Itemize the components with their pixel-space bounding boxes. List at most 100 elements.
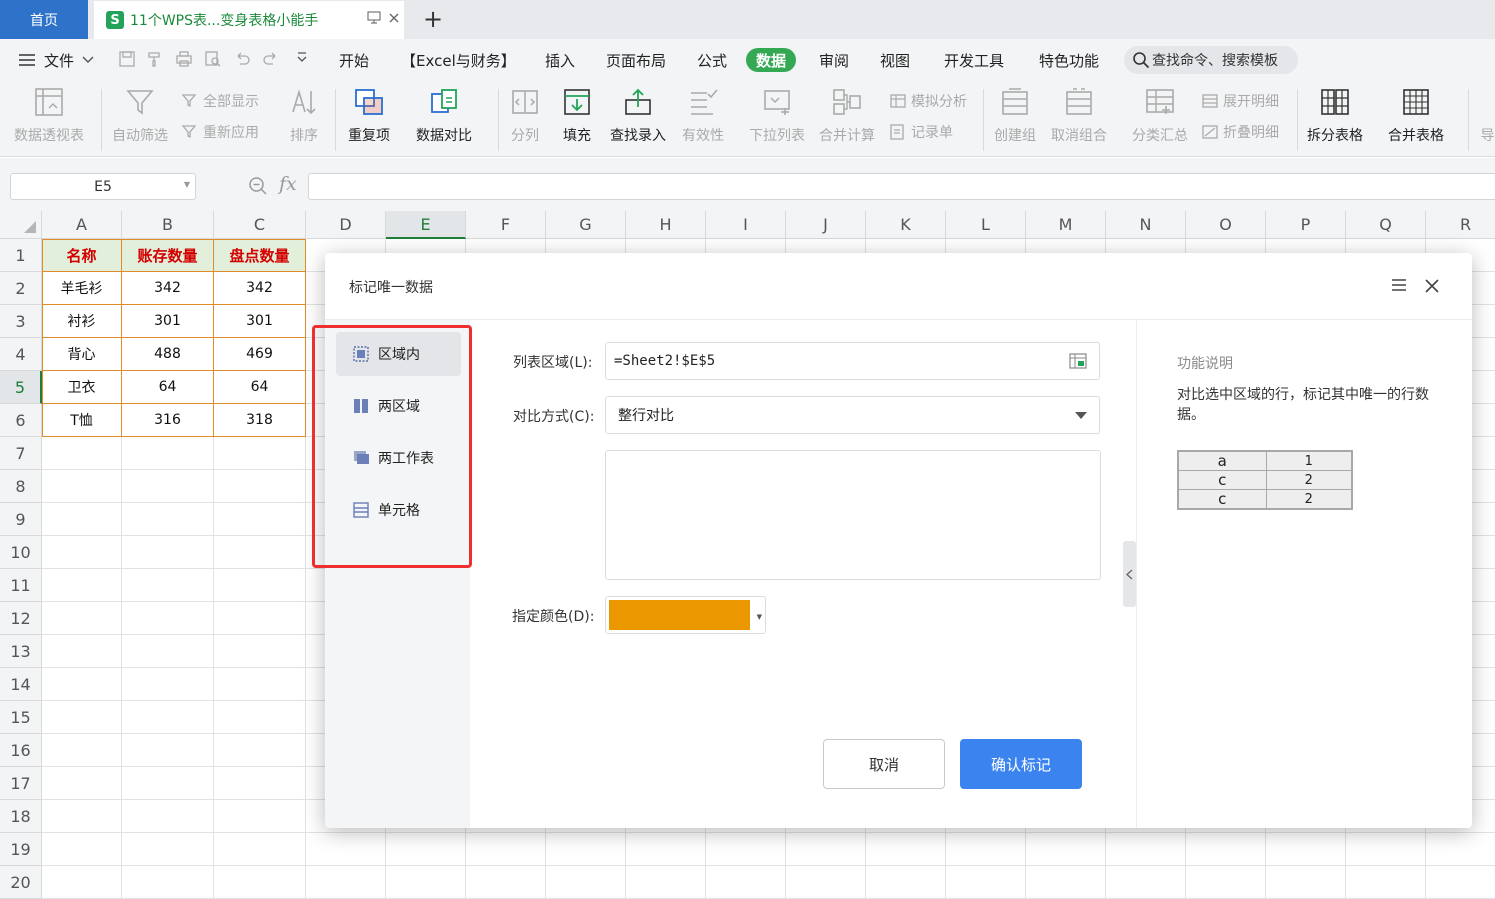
show-all-button[interactable]: 全部显示	[181, 91, 259, 111]
confirm-mark-button[interactable]: 确认标记	[960, 739, 1082, 789]
home-tab[interactable]: 首页	[0, 0, 88, 39]
row-header-4[interactable]: 4	[0, 338, 42, 371]
chevron-down-icon[interactable]: ▼	[184, 180, 190, 189]
create-group-button[interactable]: 创建组	[994, 85, 1036, 145]
menu-excel-finance[interactable]: 【Excel与财务】	[401, 48, 516, 72]
data-compare-button[interactable]: 数据对比	[416, 85, 472, 145]
duplicates-button[interactable]: 重复项	[348, 85, 390, 145]
column-header-m[interactable]: M	[1026, 211, 1106, 239]
column-header-g[interactable]: G	[546, 211, 626, 239]
format-painter-icon[interactable]	[146, 50, 164, 68]
row-header-9[interactable]: 9	[0, 503, 42, 536]
menu-special-features[interactable]: 特色功能	[1039, 48, 1099, 72]
close-tab-icon[interactable]	[384, 12, 404, 28]
customize-quick-access-icon[interactable]	[293, 50, 311, 68]
column-header-a[interactable]: A	[42, 211, 122, 239]
column-header-k[interactable]: K	[866, 211, 946, 239]
more-ribbon-button[interactable]: 导	[1480, 85, 1495, 145]
menu-developer[interactable]: 开发工具	[944, 48, 1004, 72]
row-header-16[interactable]: 16	[0, 734, 42, 767]
column-header-q[interactable]: Q	[1346, 211, 1426, 239]
pivot-table-button[interactable]: 数据透视表	[14, 85, 84, 145]
column-header-o[interactable]: O	[1186, 211, 1266, 239]
row-header-1[interactable]: 1	[0, 239, 42, 272]
formula-input[interactable]	[308, 173, 1495, 200]
find-entry-button[interactable]: 查找录入	[610, 85, 666, 145]
row-header-13[interactable]: 13	[0, 635, 42, 668]
expand-detail-button[interactable]: 展开明细	[1201, 91, 1279, 111]
save-icon[interactable]	[118, 50, 136, 68]
row-header-17[interactable]: 17	[0, 767, 42, 800]
column-header-i[interactable]: I	[706, 211, 786, 239]
column-header-f[interactable]: F	[466, 211, 546, 239]
collapse-panel-handle[interactable]	[1123, 541, 1136, 607]
undo-icon[interactable]	[233, 50, 251, 68]
monitor-icon[interactable]	[364, 11, 384, 29]
compare-mode-select[interactable]: 整行对比	[605, 396, 1100, 434]
file-menu[interactable]: 文件	[18, 48, 94, 72]
menu-review[interactable]: 审阅	[819, 48, 849, 72]
column-header-e[interactable]: E	[386, 211, 466, 239]
ungroup-button[interactable]: 取消组合	[1051, 85, 1107, 145]
auto-filter-button[interactable]: 自动筛选	[112, 85, 168, 145]
column-header-b[interactable]: B	[122, 211, 214, 239]
column-header-p[interactable]: P	[1266, 211, 1346, 239]
column-header-n[interactable]: N	[1106, 211, 1186, 239]
new-tab-button[interactable]: +	[420, 5, 446, 33]
cancel-button[interactable]: 取消	[823, 739, 945, 789]
row-header-5[interactable]: 5	[0, 371, 42, 404]
sort-button[interactable]: 排序	[287, 85, 321, 145]
split-table-button[interactable]: 拆分表格	[1307, 85, 1363, 145]
row-header-8[interactable]: 8	[0, 470, 42, 503]
close-icon[interactable]	[1425, 274, 1439, 298]
subtotal-button[interactable]: 分类汇总	[1132, 85, 1188, 145]
menu-icon[interactable]	[1391, 276, 1407, 297]
color-picker[interactable]: ▼	[605, 596, 766, 634]
row-header-11[interactable]: 11	[0, 569, 42, 602]
column-header-r[interactable]: R	[1426, 211, 1495, 239]
insert-function-button[interactable]: fx	[279, 173, 297, 195]
menu-formula[interactable]: 公式	[697, 48, 727, 72]
what-if-analysis-button[interactable]: 模拟分析	[889, 91, 967, 111]
command-search[interactable]: 查找命令、搜索模板	[1124, 46, 1298, 74]
consolidate-button[interactable]: 合并计算	[819, 85, 875, 145]
name-box[interactable]: E5 ▼	[10, 173, 196, 200]
row-header-14[interactable]: 14	[0, 668, 42, 701]
print-preview-icon[interactable]	[204, 50, 222, 68]
menu-start[interactable]: 开始	[339, 48, 369, 72]
menu-insert[interactable]: 插入	[545, 48, 575, 72]
row-header-3[interactable]: 3	[0, 305, 42, 338]
document-tab[interactable]: S 11个WPS表...变身表格小能手	[94, 1, 404, 39]
split-column-button[interactable]: 分列	[508, 85, 542, 145]
preview-area[interactable]	[605, 450, 1101, 580]
reapply-button[interactable]: 重新应用	[181, 122, 259, 142]
record-form-button[interactable]: 记录单	[889, 122, 953, 142]
row-header-10[interactable]: 10	[0, 536, 42, 569]
column-header-h[interactable]: H	[626, 211, 706, 239]
column-header-j[interactable]: J	[786, 211, 866, 239]
dropdown-list-button[interactable]: 下拉列表	[749, 85, 805, 145]
row-header-20[interactable]: 20	[0, 866, 42, 899]
row-header-19[interactable]: 19	[0, 833, 42, 866]
row-header-18[interactable]: 18	[0, 800, 42, 833]
print-icon[interactable]	[175, 50, 193, 68]
column-header-c[interactable]: C	[214, 211, 306, 239]
collapse-detail-button[interactable]: 折叠明细	[1201, 122, 1279, 142]
zoom-icon[interactable]	[248, 176, 268, 200]
row-header-12[interactable]: 12	[0, 602, 42, 635]
menu-view[interactable]: 视图	[880, 48, 910, 72]
column-header-l[interactable]: L	[946, 211, 1026, 239]
menu-data[interactable]: 数据	[746, 48, 797, 72]
select-all-corner[interactable]	[0, 211, 42, 239]
range-input[interactable]: =Sheet2!$E$5	[605, 342, 1100, 380]
caret-down-icon[interactable]: ▼	[757, 613, 762, 621]
column-header-d[interactable]: D	[306, 211, 386, 239]
fill-button[interactable]: 填充	[560, 85, 594, 145]
redo-icon[interactable]	[262, 50, 280, 68]
merge-table-button[interactable]: 合并表格	[1388, 85, 1444, 145]
range-select-icon[interactable]	[1069, 353, 1087, 369]
validity-button[interactable]: 有效性	[682, 85, 724, 145]
row-header-6[interactable]: 6	[0, 404, 42, 437]
row-header-15[interactable]: 15	[0, 701, 42, 734]
row-header-2[interactable]: 2	[0, 272, 42, 305]
